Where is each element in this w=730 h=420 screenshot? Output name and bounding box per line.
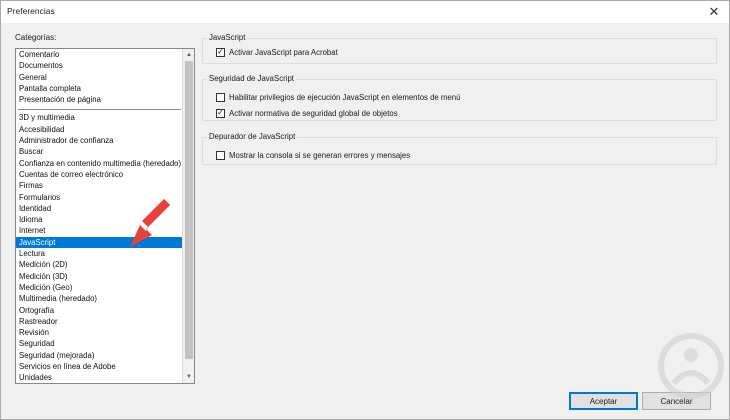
list-item[interactable]: Medición (2D) — [16, 259, 183, 270]
option-label: Activar JavaScript para Acrobat — [229, 47, 338, 57]
checkbox[interactable]: ✓ — [216, 47, 225, 57]
list-item[interactable]: Buscar — [16, 146, 183, 157]
list-item[interactable]: Documentos — [16, 60, 183, 71]
option-menu-privileges[interactable]: Habilitar privilegios de ejecución JavaS… — [216, 92, 460, 102]
option-global-security-policy[interactable]: ✓ Activar normativa de seguridad global … — [216, 108, 398, 118]
option-label: Habilitar privilegios de ejecución JavaS… — [229, 92, 461, 102]
list-scrollbar[interactable]: ▲ ▼ — [182, 49, 194, 383]
list-item[interactable]: General — [16, 72, 183, 83]
list-item[interactable]: Accesibilidad — [16, 124, 183, 135]
list-separator — [18, 109, 181, 111]
option-enable-javascript[interactable]: ✓ Activar JavaScript para Acrobat — [216, 47, 338, 57]
group-title: Depurador de JavaScript — [207, 132, 298, 141]
list-item[interactable]: Unidades — [16, 372, 183, 383]
list-item[interactable]: Ortografía — [16, 305, 183, 316]
checkbox[interactable] — [216, 92, 225, 102]
list-item[interactable]: Cuentas de correo electrónico — [16, 169, 183, 180]
categories-label: Categorías: — [15, 33, 57, 42]
list-item[interactable]: Servicios en línea de Adobe — [16, 361, 183, 372]
scroll-up-icon[interactable]: ▲ — [183, 49, 194, 61]
preferences-dialog: Preferencias ✕ Categorías: Comentario Doc… — [0, 0, 730, 420]
window-title: Preferencias — [7, 6, 55, 16]
checkbox[interactable] — [216, 150, 225, 160]
group-javascript: JavaScript ✓ Activar JavaScript para Acr… — [202, 33, 717, 64]
list-item[interactable]: Multimedia (heredado) — [16, 293, 183, 304]
list-item[interactable]: Presentación de página — [16, 94, 183, 105]
group-javascript-security: Seguridad de JavaScript Habilitar privil… — [202, 74, 717, 121]
close-icon[interactable]: ✕ — [699, 1, 729, 23]
red-arrow-icon — [130, 199, 170, 247]
scroll-down-icon[interactable]: ▼ — [183, 371, 194, 383]
scroll-thumb[interactable] — [185, 61, 193, 359]
option-show-console[interactable]: Mostrar la consola si se generan errores… — [216, 150, 410, 160]
group-javascript-debugger: Depurador de JavaScript Mostrar la conso… — [202, 132, 717, 165]
group-title: JavaScript — [207, 33, 248, 42]
list-item[interactable]: Rastreador — [16, 316, 183, 327]
list-item[interactable]: Revisión — [16, 327, 183, 338]
list-item[interactable]: Comentario — [16, 49, 183, 60]
list-item[interactable]: 3D y multimedia — [16, 112, 183, 123]
option-label: Activar normativa de seguridad global de… — [229, 108, 398, 118]
list-item[interactable]: Pantalla completa — [16, 83, 183, 94]
list-item[interactable]: Medición (Geo) — [16, 282, 183, 293]
logo-watermark-icon — [658, 333, 724, 399]
checkbox[interactable]: ✓ — [216, 108, 225, 118]
group-title: Seguridad de JavaScript — [207, 74, 296, 83]
list-item[interactable]: Medición (3D) — [16, 271, 183, 282]
list-item[interactable]: Lectura — [16, 248, 183, 259]
option-label: Mostrar la consola si se generan errores… — [229, 150, 411, 160]
title-bar: Preferencias ✕ — [1, 1, 729, 23]
list-item[interactable]: Seguridad (mejorada) — [16, 350, 183, 361]
list-item[interactable]: Confianza en contenido multimedia (hered… — [16, 158, 183, 169]
list-item[interactable]: Seguridad — [16, 338, 183, 349]
list-item[interactable]: Administrador de confianza — [16, 135, 183, 146]
accept-button[interactable]: Aceptar — [569, 392, 638, 410]
list-item[interactable]: Firmas — [16, 180, 183, 191]
